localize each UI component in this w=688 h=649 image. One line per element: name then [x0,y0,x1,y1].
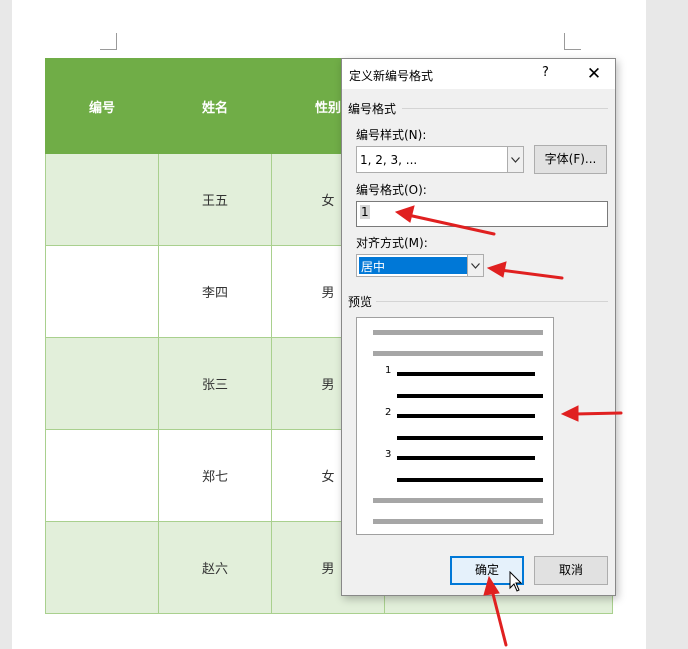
alignment-label: 对齐方式(M): [356,236,428,250]
table-cell[interactable]: 郑七 [158,429,272,522]
dialog-title: 定义新编号格式 [349,69,434,83]
chevron-down-icon[interactable] [507,147,523,172]
preview-line [373,498,543,503]
preview-label: 预览 [348,295,373,309]
header-cell[interactable]: 编号 [45,58,159,154]
preview-pane: 1 2 3 [356,317,554,535]
preview-line [397,456,535,460]
table-cell[interactable] [45,429,159,522]
define-number-format-dialog: 定义新编号格式 ? ✕ 编号格式 编号样式(N): 1, 2, 3, ... 字… [341,58,616,596]
preview-line [397,372,535,376]
table-cell[interactable]: 赵六 [158,521,272,614]
preview-line [397,414,535,418]
header-cell[interactable]: 姓名 [158,58,272,154]
number-format-label: 编号格式(O): [356,183,427,197]
alignment-select[interactable]: 居中 [356,254,484,277]
number-format-value: 1 [360,205,370,219]
number-format-input[interactable]: 1 [356,201,608,227]
number-style-select[interactable]: 1, 2, 3, ... [356,146,524,173]
number-style-value: 1, 2, 3, ... [360,153,418,167]
chevron-down-icon[interactable] [467,255,483,276]
table-cell[interactable] [45,153,159,246]
close-icon[interactable]: ✕ [582,62,606,86]
margin-corner-mark [100,33,117,50]
group-divider [402,108,608,109]
preview-number: 1 [385,365,392,376]
help-button[interactable]: ? [542,65,549,80]
table-cell[interactable] [45,521,159,614]
font-button[interactable]: 字体(F)... [534,145,607,174]
preview-line [397,478,543,482]
table-cell[interactable]: 王五 [158,153,272,246]
preview-line [373,330,543,335]
alignment-value: 居中 [359,257,467,274]
preview-line [373,351,543,356]
preview-line [397,436,543,440]
margin-corner-mark [564,33,581,50]
preview-line [373,519,543,524]
number-style-label: 编号样式(N): [356,128,427,142]
preview-number: 3 [385,449,392,460]
table-cell[interactable]: 张三 [158,337,272,430]
table-cell[interactable]: 李四 [158,245,272,338]
number-format-group-label: 编号格式 [348,102,397,116]
mouse-cursor-icon [509,571,523,592]
preview-number: 2 [385,407,392,418]
table-cell[interactable] [45,245,159,338]
preview-line [397,394,543,398]
dialog-title-bar[interactable]: 定义新编号格式 ? ✕ [342,59,615,89]
table-cell[interactable] [45,337,159,430]
group-divider [376,301,608,302]
cancel-button[interactable]: 取消 [534,556,608,585]
